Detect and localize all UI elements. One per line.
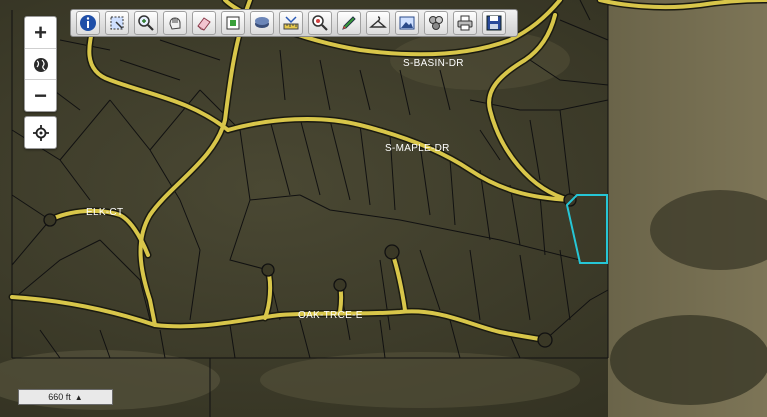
pan-hand-icon — [169, 17, 181, 30]
save-icon — [486, 15, 502, 31]
image-button[interactable] — [395, 11, 419, 35]
locate-button[interactable] — [24, 116, 57, 149]
measure-button[interactable] — [279, 11, 303, 35]
scale-arrow-icon: ▲ — [74, 392, 83, 402]
zoom-in-button[interactable]: + — [25, 17, 56, 48]
eraser-button[interactable] — [192, 11, 216, 35]
hanger-button[interactable] — [366, 11, 390, 35]
scale-label: 660 ft — [48, 392, 71, 402]
save-button[interactable] — [482, 11, 506, 35]
light-patch — [260, 352, 580, 408]
measure-icon — [283, 16, 299, 30]
street-label-basin: S-BASIN-DR — [403, 58, 464, 69]
image-icon — [399, 16, 415, 30]
zoom-out-button[interactable]: − — [25, 79, 56, 111]
draw-button[interactable] — [337, 11, 361, 35]
layers-icon — [255, 17, 269, 28]
print-icon — [457, 15, 473, 31]
aerial-map: S-BASIN-DR S-MAPLE-DR ELK-CT OAK-TRCE-E — [0, 0, 767, 417]
zoom-in-tool-button[interactable] — [134, 11, 158, 35]
info-button[interactable] — [76, 11, 100, 35]
scale-bar[interactable]: 660 ft ▲ — [18, 389, 113, 405]
map-canvas[interactable]: S-BASIN-DR S-MAPLE-DR ELK-CT OAK-TRCE-E — [0, 0, 767, 417]
street-label-elk: ELK-CT — [86, 207, 123, 218]
select-features-button[interactable] — [221, 11, 245, 35]
cul-de-sac — [563, 193, 577, 207]
pan-button[interactable] — [163, 11, 187, 35]
hanger-icon — [369, 16, 387, 28]
zoom-control: + − — [24, 16, 57, 112]
eraser-icon — [197, 17, 211, 31]
map-toolbar — [70, 9, 518, 37]
draw-pencil-icon — [342, 16, 356, 30]
cul-de-sac — [537, 332, 553, 348]
globe-button[interactable] — [25, 48, 56, 80]
cul-de-sac — [333, 278, 347, 292]
dark-tree-patch — [610, 315, 767, 405]
cul-de-sac — [43, 213, 57, 227]
crosshair-icon — [32, 124, 49, 141]
print-button[interactable] — [453, 11, 477, 35]
find-button[interactable] — [308, 11, 332, 35]
street-label-oak: OAK-TRCE-E — [298, 310, 363, 321]
globe-icon — [33, 57, 48, 72]
layers-button[interactable] — [250, 11, 274, 35]
buffer-button[interactable] — [424, 11, 448, 35]
buffer-icon — [429, 16, 443, 30]
zoom-in-icon — [138, 15, 154, 31]
select-box-button[interactable] — [105, 11, 129, 35]
street-label-maple: S-MAPLE-DR — [385, 143, 450, 154]
select-features-icon — [226, 16, 240, 30]
select-box-icon — [110, 16, 124, 30]
info-icon — [80, 15, 96, 31]
cul-de-sac — [261, 263, 275, 277]
cul-de-sac — [384, 244, 400, 260]
find-icon — [312, 15, 328, 31]
